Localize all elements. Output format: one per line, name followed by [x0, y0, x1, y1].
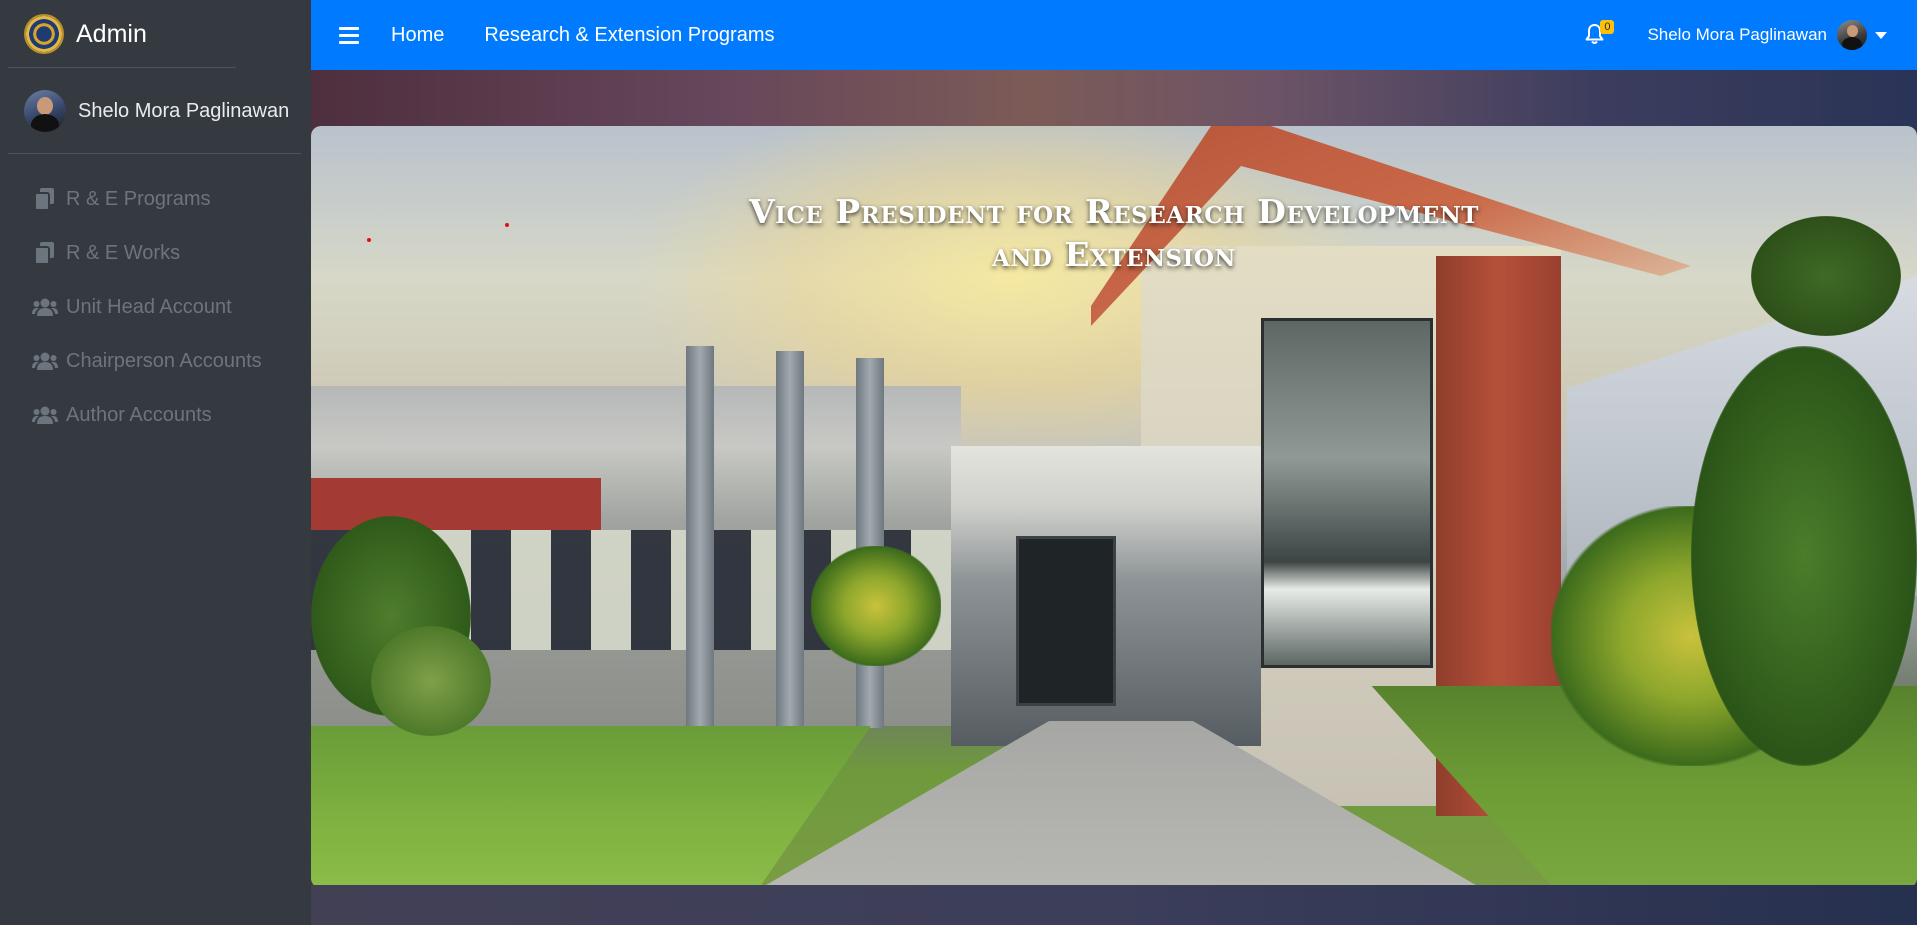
hero-pillar [776, 351, 804, 726]
hero-pillar [856, 358, 884, 728]
sidebar-item-re-programs[interactable]: R & E Programs [0, 172, 311, 226]
hero-banner: Vice President for Research Development … [311, 126, 1917, 888]
sidebar-item-unit-head-account[interactable]: Unit Head Account [0, 280, 311, 334]
hero-lawn-left [311, 726, 871, 888]
users-icon [32, 352, 58, 370]
avatar [24, 90, 66, 132]
user-panel[interactable]: Shelo Mora Paglinawan [0, 68, 311, 154]
hero-title: Vice President for Research Development … [311, 190, 1917, 276]
nav-link-research-extension-programs[interactable]: Research & Extension Programs [484, 24, 774, 47]
navbar-avatar[interactable] [1837, 20, 1867, 50]
chevron-down-icon[interactable] [1875, 31, 1887, 39]
hero-palm [811, 546, 941, 666]
content-wrapper: Vice President for Research Development … [311, 70, 1917, 925]
sidebar-item-label: Unit Head Account [66, 295, 232, 318]
sidebar-user-name[interactable]: Shelo Mora Paglinawan [78, 100, 289, 123]
hero-shrub [371, 626, 491, 736]
hero-door [1016, 536, 1116, 706]
notifications-button[interactable]: 0 [1585, 20, 1615, 46]
top-navbar: Home Research & Extension Programs 0 She… [311, 0, 1917, 70]
hero-pillar [686, 346, 714, 726]
sidebar-item-chairperson-accounts[interactable]: Chairperson Accounts [0, 334, 311, 388]
sidebar-item-re-works[interactable]: R & E Works [0, 226, 311, 280]
copy-icon [32, 242, 58, 264]
brand-name: Admin [76, 19, 147, 48]
hero-tree [1691, 346, 1917, 766]
sidebar-item-label: R & E Works [66, 241, 181, 264]
hero-title-line2: and Extension [992, 235, 1236, 274]
navbar-user-name[interactable]: Shelo Mora Paglinawan [1647, 25, 1827, 45]
hero-glass-window [1261, 318, 1433, 668]
navbar-right: 0 Shelo Mora Paglinawan [1585, 0, 1887, 70]
university-seal-icon [24, 14, 64, 54]
nav-link-home[interactable]: Home [391, 24, 444, 47]
menu-toggle-icon[interactable] [339, 26, 359, 44]
sidebar-nav: R & E Programs R & E Works Unit Head Acc… [0, 172, 311, 442]
copy-icon [32, 188, 58, 210]
sidebar-item-label: Author Accounts [66, 403, 212, 426]
hero-title-line1: Vice President for Research Development [749, 192, 1479, 231]
sidebar-item-label: R & E Programs [66, 187, 211, 210]
notification-count-badge: 0 [1600, 20, 1615, 34]
sidebar-item-label: Chairperson Accounts [66, 349, 262, 372]
sidebar: Admin Shelo Mora Paglinawan R & E Progra… [0, 0, 311, 925]
users-icon [32, 406, 58, 424]
users-icon [32, 298, 58, 316]
brand-link[interactable]: Admin [0, 0, 311, 68]
hero-red-band [311, 478, 601, 530]
sidebar-item-author-accounts[interactable]: Author Accounts [0, 388, 311, 442]
